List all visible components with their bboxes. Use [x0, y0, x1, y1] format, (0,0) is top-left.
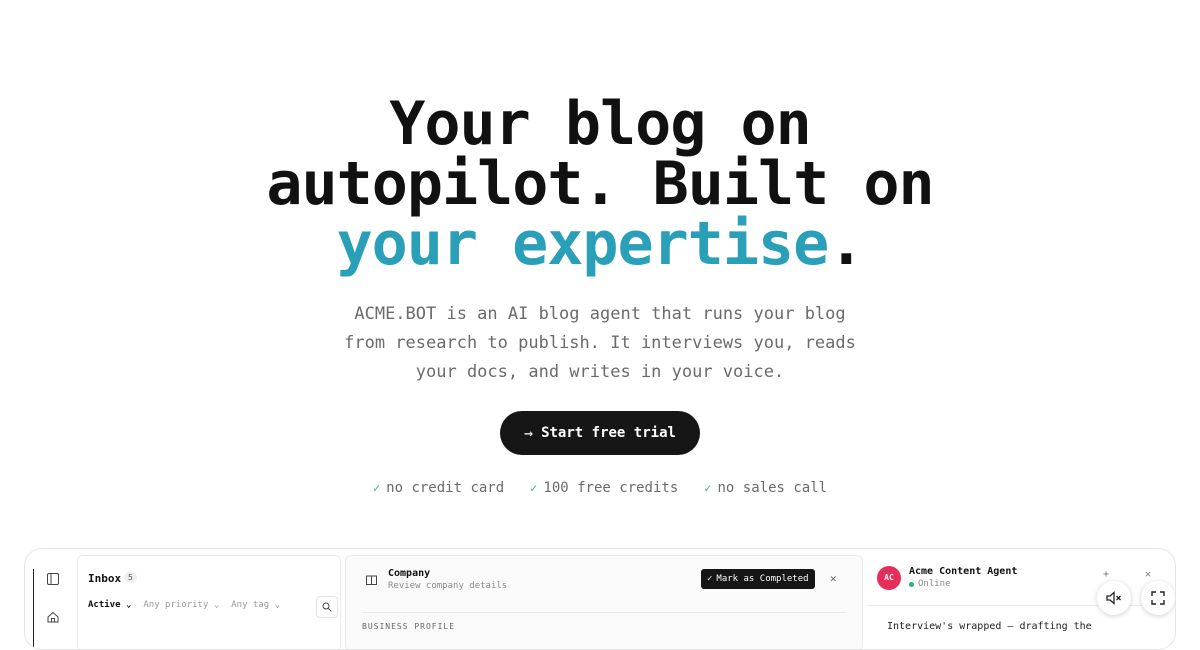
inbox-count-badge: 5	[124, 572, 137, 583]
headline-line-2: autopilot. Built on	[266, 149, 934, 219]
check-icon: ✓	[372, 481, 381, 495]
inbox-filters: Active ⌄ Any priority ⌄ Any tag ⌄	[88, 600, 280, 610]
inbox-title: Inbox	[88, 572, 122, 585]
perk-item: ✓ no credit card	[373, 480, 504, 496]
filter-status[interactable]: Active ⌄	[88, 600, 131, 610]
filter-priority-label: Any priority	[143, 600, 209, 610]
subtitle-line-3: your docs, and writes in your voice.	[415, 362, 785, 382]
fullscreen-icon	[1151, 591, 1165, 605]
plus-icon[interactable]: +	[1103, 569, 1109, 580]
agent-name: Acme Content Agent	[909, 566, 1018, 577]
headline: Your blog on autopilot. Built on your ex…	[0, 94, 1200, 274]
start-free-trial-button[interactable]: → Start free trial	[500, 411, 700, 455]
divider	[362, 612, 846, 613]
fullscreen-button[interactable]	[1141, 581, 1175, 615]
mark-as-completed-button[interactable]: ✓ Mark as Completed	[701, 569, 815, 589]
headline-period: .	[828, 209, 864, 279]
check-icon: ✓	[704, 481, 712, 495]
company-panel: Company Review company details ✓ Mark as…	[345, 555, 863, 649]
chevron-down-icon: ⌄	[213, 600, 220, 610]
mark-as-completed-label: Mark as Completed	[716, 574, 809, 584]
chevron-down-icon: ⌄	[125, 600, 132, 610]
building-icon	[366, 574, 377, 588]
inbox-panel: Inbox 5 Active ⌄ Any priority ⌄ Any tag …	[77, 555, 341, 649]
home-icon[interactable]	[46, 611, 60, 625]
perk-item: ✓ 100 free credits	[530, 480, 678, 496]
search-icon	[322, 602, 332, 612]
online-dot-icon	[909, 581, 914, 587]
perk-label: no credit card	[386, 480, 505, 496]
arrow-right-icon: →	[524, 424, 534, 442]
sidebar-toggle-icon[interactable]	[46, 573, 60, 587]
mute-button[interactable]	[1097, 581, 1131, 615]
close-icon[interactable]: ✕	[1145, 569, 1151, 580]
cta-label: Start free trial	[541, 425, 676, 441]
headline-accent: your expertise	[336, 209, 830, 279]
subtitle-line-1: ACME.BOT is an AI blog agent that runs y…	[354, 304, 846, 324]
company-title: Company	[388, 568, 431, 579]
agent-status: Online	[909, 579, 951, 589]
close-icon[interactable]: ✕	[830, 572, 837, 585]
perk-item: ✓ no sales call	[704, 480, 827, 496]
check-icon: ✓	[707, 574, 713, 584]
app-preview: Inbox 5 Active ⌄ Any priority ⌄ Any tag …	[24, 548, 1176, 650]
check-icon: ✓	[530, 481, 538, 495]
mute-icon	[1106, 591, 1121, 605]
agent-status-label: Online	[918, 579, 951, 589]
filter-tag-label: Any tag	[231, 600, 270, 610]
company-subtitle: Review company details	[388, 581, 508, 591]
search-button[interactable]	[316, 596, 338, 618]
headline-line-3: your expertise.	[0, 214, 1200, 274]
avatar: AC	[877, 566, 901, 590]
chevron-down-icon: ⌄	[274, 600, 281, 610]
hero-subtitle: ACME.BOT is an AI blog agent that runs y…	[300, 300, 900, 387]
perks-list: ✓ no credit card ✓ 100 free credits ✓ no sa…	[0, 480, 1200, 496]
filter-tag[interactable]: Any tag ⌄	[231, 600, 280, 610]
perk-label: no sales call	[717, 480, 828, 496]
headline-line-1: Your blog on	[389, 89, 811, 159]
perk-label: 100 free credits	[543, 480, 679, 496]
filter-priority[interactable]: Any priority ⌄	[143, 600, 219, 610]
filter-status-label: Active	[88, 600, 121, 610]
subtitle-line-2: from research to publish. It interviews …	[344, 333, 856, 353]
app-rail	[33, 569, 72, 649]
agent-panel: AC Acme Content Agent Online + ✕ Intervi…	[867, 555, 1175, 649]
